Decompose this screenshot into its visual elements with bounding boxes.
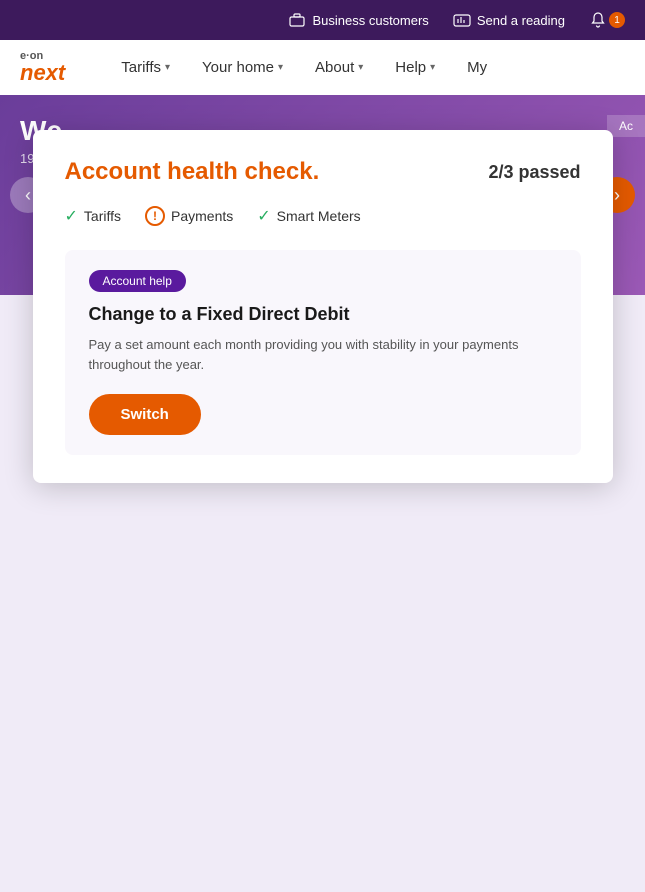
action-card: Account help Change to a Fixed Direct De… xyxy=(65,250,581,455)
card-description: Pay a set amount each month providing yo… xyxy=(89,335,557,374)
modal-score: 2/3 passed xyxy=(488,162,580,183)
modal-title: Account health check. xyxy=(65,158,320,186)
card-title: Change to a Fixed Direct Debit xyxy=(89,304,557,325)
card-tag: Account help xyxy=(89,270,186,292)
smart-meters-check-icon: ✓ xyxy=(257,206,270,226)
smart-meters-check: ✓ Smart Meters xyxy=(257,206,360,226)
switch-button[interactable]: Switch xyxy=(89,394,201,435)
smart-meters-check-label: Smart Meters xyxy=(277,208,361,224)
payments-check-label: Payments xyxy=(171,208,233,224)
modal-checks: ✓ Tariffs ! Payments ✓ Smart Meters xyxy=(65,206,581,226)
tariffs-check-icon: ✓ xyxy=(65,206,78,226)
payments-check: ! Payments xyxy=(145,206,233,226)
modal-header: Account health check. 2/3 passed xyxy=(65,158,581,186)
tariffs-check-label: Tariffs xyxy=(84,208,121,224)
modal-overlay: Account health check. 2/3 passed ✓ Tarif… xyxy=(0,0,645,597)
tariffs-check: ✓ Tariffs xyxy=(65,206,122,226)
payments-check-icon: ! xyxy=(145,206,165,226)
health-check-modal: Account health check. 2/3 passed ✓ Tarif… xyxy=(33,130,613,483)
